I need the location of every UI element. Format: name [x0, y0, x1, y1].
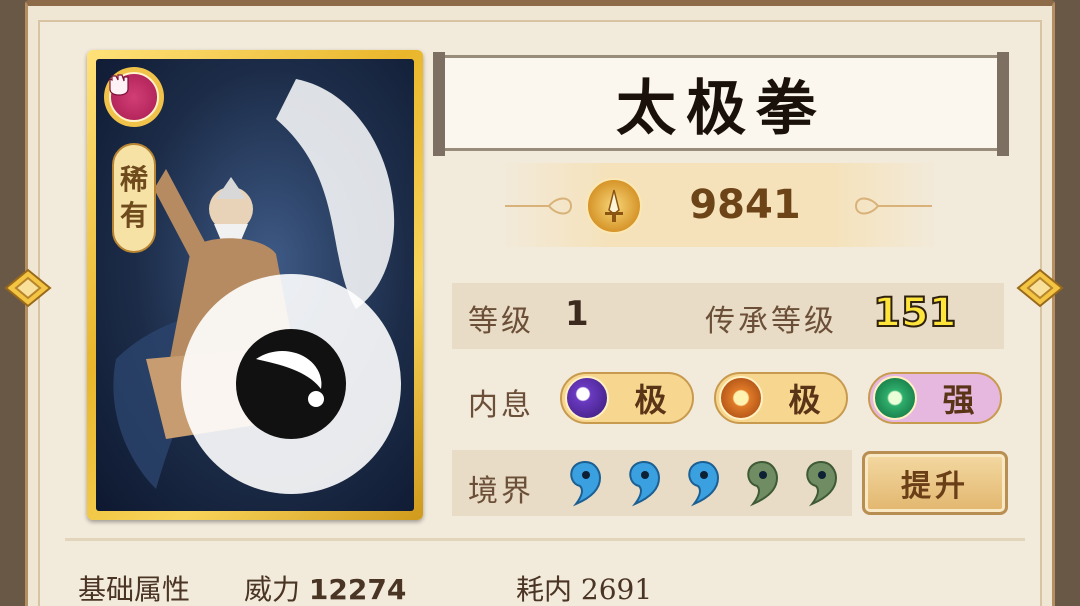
attack-power-stat: 威力 12274	[244, 568, 406, 606]
rarity-char-2: 有	[119, 199, 148, 232]
inner-cost-stat: 耗内 2691	[516, 568, 652, 606]
realm-label: 境界	[468, 474, 534, 509]
skill-title-banner: 太极拳	[433, 52, 1009, 156]
ornament-right-icon	[854, 197, 932, 215]
master-illustration	[113, 79, 401, 494]
fist-icon	[104, 67, 164, 127]
realm-drop-filled-icon	[570, 460, 602, 507]
skill-name: 太极拳	[616, 73, 826, 144]
skill-card[interactable]: 稀 有	[87, 50, 423, 520]
upgrade-button[interactable]: 提升	[862, 451, 1008, 515]
inner-cost-value: 2691	[580, 573, 653, 606]
attack-power-label: 威力	[244, 573, 301, 606]
moon-gem-icon	[565, 376, 609, 420]
attack-power-value: 12274	[308, 573, 407, 606]
sword-icon	[586, 178, 642, 234]
inner-breath-grade-3: 强	[942, 381, 975, 419]
realm-drop-empty-icon	[747, 460, 779, 507]
base-attributes-label: 基础属性	[78, 573, 191, 606]
rarity-badge: 稀 有	[112, 143, 156, 253]
inner-breath-pill-2[interactable]: 极	[714, 372, 848, 424]
level-label: 等级	[468, 304, 534, 339]
divider	[65, 538, 1025, 541]
jade-gem-icon	[873, 376, 917, 420]
inner-breath-pill-3[interactable]: 强	[868, 372, 1002, 424]
sun-gem-icon	[719, 376, 763, 420]
inner-breath-label: 内息	[468, 388, 534, 423]
inner-breath-grade-2: 极	[788, 381, 821, 419]
skill-card-art: 稀 有	[96, 59, 414, 511]
arrow-right-icon[interactable]	[1014, 262, 1066, 314]
realm-drop-filled-icon	[688, 460, 720, 507]
arrow-left-icon[interactable]	[2, 262, 54, 314]
rarity-char-1: 稀	[119, 163, 148, 196]
inherit-level-value: 151	[872, 289, 957, 337]
inner-cost-label: 耗内	[516, 573, 573, 606]
power-value: 9841	[689, 182, 801, 228]
realm-drop-empty-icon	[806, 460, 838, 507]
inner-breath-grade-1: 极	[634, 381, 667, 419]
realm-drop-filled-icon	[629, 460, 661, 507]
inner-breath-pill-1[interactable]: 极	[560, 372, 694, 424]
inherit-level-label: 传承等级	[705, 304, 837, 339]
level-value: 1	[565, 294, 589, 334]
ornament-left-icon	[505, 197, 573, 215]
